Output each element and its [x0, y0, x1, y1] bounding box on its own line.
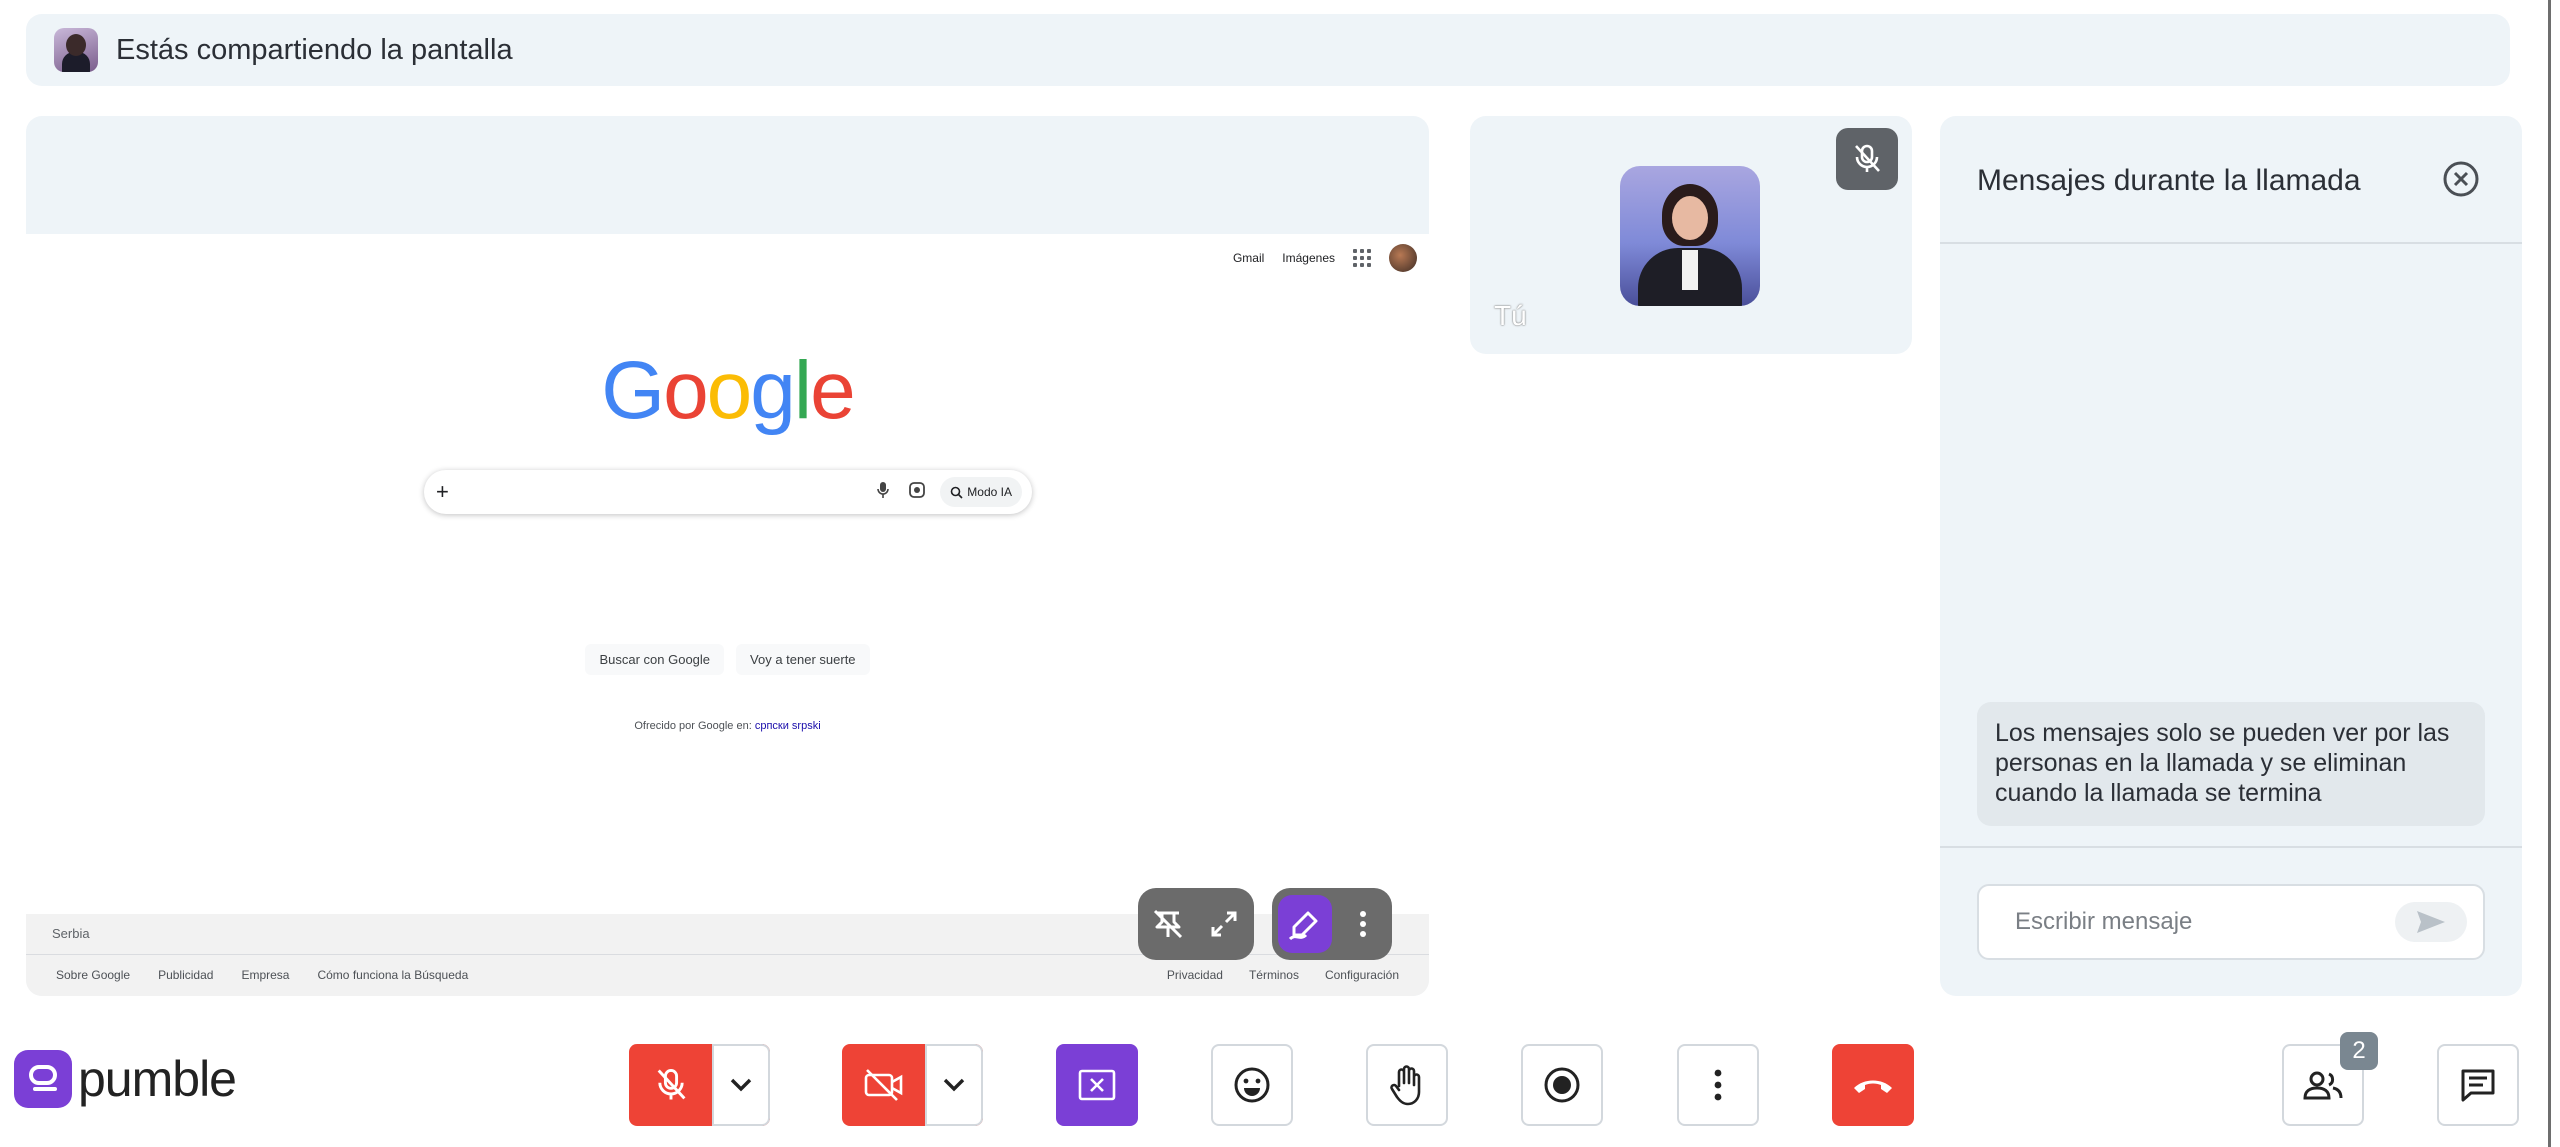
chevron-down-icon: [730, 1078, 751, 1092]
google-logo: Google: [601, 345, 855, 436]
annotation-more-button[interactable]: [1342, 903, 1384, 945]
google-homepage: Gmail Imágenes Google + Modo IA Buscar c…: [26, 234, 1429, 996]
record-icon: [1544, 1067, 1580, 1103]
voice-search-icon: [876, 481, 890, 503]
people-icon: [2303, 1071, 2343, 1100]
footer-link: Privacidad: [1166, 968, 1223, 982]
hang-up-icon: [1854, 1080, 1892, 1093]
record-button[interactable]: [1521, 1044, 1603, 1126]
footer-link: Publicidad: [158, 968, 214, 982]
lens-icon: [908, 481, 926, 503]
google-account-avatar: [1389, 244, 1417, 272]
gmail-link: Gmail: [1232, 251, 1265, 265]
google-buttons: Buscar con Google Voy a tener suerte: [26, 644, 1429, 675]
raise-hand-button[interactable]: [1366, 1044, 1448, 1126]
footer-country: Serbia: [52, 926, 90, 941]
plus-icon: +: [436, 479, 449, 504]
chat-header: Mensajes durante la llamada: [1940, 116, 2522, 244]
mic-options-button[interactable]: [711, 1044, 770, 1126]
mic-toggle-button[interactable]: [630, 1044, 712, 1126]
footer-link: Términos: [1248, 968, 1299, 982]
footer-link: Configuración: [1324, 968, 1399, 982]
screen-share-banner: Estás compartiendo la pantalla: [26, 14, 2510, 86]
chat-title: Mensajes durante la llamada: [1977, 164, 2361, 197]
camera-options-button[interactable]: [924, 1044, 983, 1126]
more-options-button[interactable]: [1677, 1044, 1759, 1126]
emoji-icon: [1234, 1067, 1270, 1103]
participants-count-badge: 2: [2340, 1032, 2378, 1070]
language-link: српски srpski: [754, 720, 821, 732]
close-icon: [2443, 161, 2479, 197]
expand-icon: [1211, 911, 1237, 937]
footer-left-links: Sobre Google Publicidad Empresa Cómo fun…: [56, 968, 468, 982]
reactions-button[interactable]: [1211, 1044, 1293, 1126]
close-chat-button[interactable]: [2442, 160, 2480, 198]
mic-off-icon: [1855, 144, 1880, 172]
expand-button[interactable]: [1204, 903, 1244, 945]
google-search-box: + Modo IA: [424, 470, 1032, 514]
share-view-controls: [1138, 888, 1254, 960]
chat-icon: [2461, 1069, 2495, 1102]
self-video-tile[interactable]: Tú: [1470, 116, 1912, 354]
footer-right-links: Privacidad Términos Configuración: [1167, 968, 1399, 982]
feeling-lucky-button: Voy a tener suerte: [736, 644, 870, 675]
microphone-control: [629, 1044, 770, 1126]
chevron-down-icon: [943, 1078, 964, 1092]
in-call-messages-panel: Mensajes durante la llamada Los mensajes…: [1940, 116, 2522, 996]
annotate-button[interactable]: [1278, 895, 1332, 953]
pumble-logo-icon: [14, 1050, 72, 1108]
self-label: Tú: [1494, 300, 1527, 331]
pumble-wordmark: pumble: [78, 1051, 237, 1107]
chat-toggle-button[interactable]: [2437, 1044, 2519, 1126]
ai-mode-button: Modo IA: [940, 477, 1022, 507]
images-link: Imágenes: [1282, 251, 1335, 265]
stop-sharing-button[interactable]: [1056, 1044, 1138, 1126]
self-avatar-photo: [1620, 166, 1760, 306]
camera-control: [842, 1044, 983, 1126]
apps-grid-icon: [1353, 249, 1371, 267]
window-scrollbar[interactable]: [2548, 0, 2560, 1147]
camera-toggle-button[interactable]: [843, 1044, 925, 1126]
offered-in-languages: Ofrecido por Google en: српски srpski: [634, 720, 821, 732]
pumble-logo: pumble: [14, 1050, 237, 1108]
footer-link: Empresa: [241, 968, 290, 982]
annotate-icon: [1288, 911, 1318, 941]
muted-indicator: [1836, 128, 1898, 190]
more-vertical-icon: [1714, 1069, 1722, 1101]
shared-screen-preview: Gmail Imágenes Google + Modo IA Buscar c…: [26, 116, 1429, 996]
user-avatar: [54, 28, 98, 72]
camera-off-icon: [864, 1069, 902, 1101]
send-button[interactable]: [2395, 902, 2467, 942]
unpin-icon: [1153, 909, 1183, 939]
more-vertical-icon: [1360, 911, 1366, 937]
raise-hand-icon: [1390, 1065, 1421, 1106]
google-search-button: Buscar con Google: [585, 644, 725, 675]
message-input[interactable]: [2015, 908, 2395, 936]
stop-share-icon: [1078, 1069, 1116, 1101]
unpin-button[interactable]: [1148, 903, 1188, 945]
mic-off-icon: [657, 1069, 685, 1100]
message-input-container: [1977, 884, 2485, 960]
google-header-links: Gmail Imágenes: [1233, 244, 1417, 272]
send-icon: [2417, 911, 2445, 933]
chat-privacy-note: Los mensajes solo se pueden ver por las …: [1977, 702, 2485, 826]
share-banner-text: Estás compartiendo la pantalla: [116, 33, 513, 66]
leave-call-button[interactable]: [1832, 1044, 1914, 1126]
footer-link: Sobre Google: [56, 968, 131, 982]
annotation-controls: [1272, 888, 1392, 960]
footer-link: Cómo funciona la Búsqueda: [317, 968, 469, 982]
